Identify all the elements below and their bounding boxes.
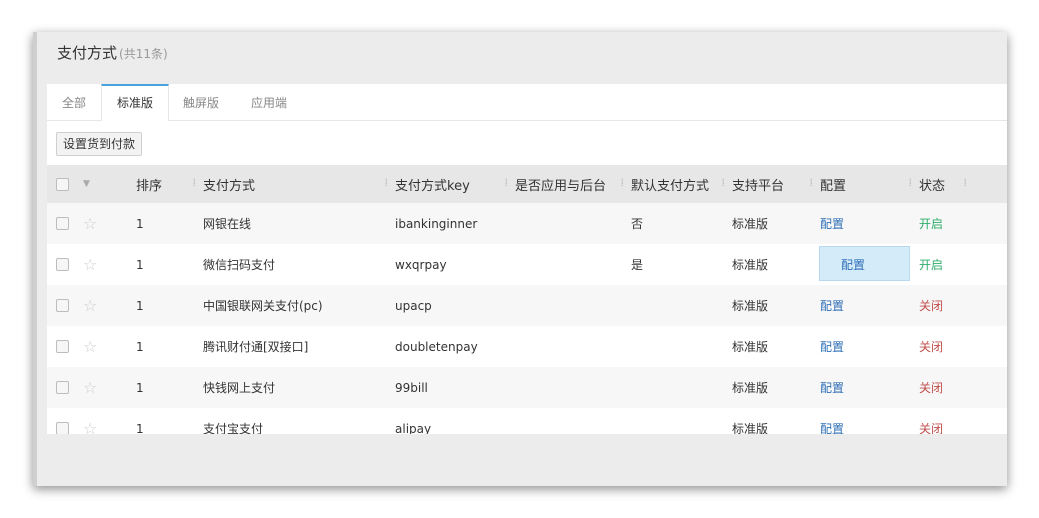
col-sort[interactable]: 排序 ⁞ [135, 165, 202, 203]
payment-table: ▼ 排序 ⁞ 支付方式 ⁞ 支付方式key ⁞ 是否应用与后台 ⁞ 默认支付方式 ⁞ 支持… [47, 165, 1007, 449]
row-default [630, 326, 731, 367]
select-all-checkbox[interactable] [56, 177, 69, 191]
col-status[interactable]: 状态 ⁞ [918, 165, 1007, 203]
status-toggle[interactable]: 关闭 [919, 381, 943, 395]
drag-handle-icon[interactable]: ⁞ [385, 176, 389, 189]
row-key: 99bill [394, 367, 514, 408]
drag-handle-icon[interactable]: ⁞ [722, 176, 726, 189]
table-header-row: ▼ 排序 ⁞ 支付方式 ⁞ 支付方式key ⁞ 是否应用与后台 ⁞ 默认支付方式 ⁞ 支持… [47, 165, 1007, 203]
col-config[interactable]: 配置 ⁞ [819, 165, 918, 203]
col-name[interactable]: 支付方式 ⁞ [202, 165, 394, 203]
config-link[interactable]: 配置 [820, 381, 844, 395]
config-link[interactable]: 配置 [820, 217, 844, 231]
drag-handle-icon[interactable]: ⁞ [193, 176, 197, 189]
row-sort: 1 [135, 285, 202, 326]
row-default [630, 285, 731, 326]
status-toggle[interactable]: 关闭 [919, 340, 943, 354]
row-default [630, 367, 731, 408]
row-checkbox[interactable] [56, 340, 69, 353]
col-platform[interactable]: 支持平台 ⁞ [731, 165, 819, 203]
config-link[interactable]: 配置 [820, 340, 844, 354]
star-outline-icon[interactable]: ☆ [83, 337, 97, 356]
star-outline-icon[interactable]: ☆ [83, 378, 97, 397]
row-checkbox[interactable] [56, 299, 69, 312]
tab-touch[interactable]: 触屏版 [169, 84, 233, 120]
row-platform: 标准版 [731, 244, 819, 285]
tab-app[interactable]: 应用端 [237, 84, 301, 120]
row-sort: 1 [135, 367, 202, 408]
row-platform: 标准版 [731, 326, 819, 367]
drag-handle-icon[interactable]: ⁞ [621, 176, 625, 189]
row-checkbox[interactable] [56, 381, 69, 394]
drag-handle-icon[interactable]: ⁞ [964, 176, 968, 189]
row-name: 微信扫码支付 [202, 244, 394, 285]
row-sort: 1 [135, 244, 202, 285]
row-backend [514, 367, 630, 408]
row-platform: 标准版 [731, 285, 819, 326]
row-name: 网银在线 [202, 203, 394, 244]
col-default[interactable]: 默认支付方式 ⁞ [630, 165, 731, 203]
row-backend [514, 326, 630, 367]
col-key[interactable]: 支付方式key ⁞ [394, 165, 514, 203]
drag-handle-icon[interactable]: ⁞ [505, 176, 509, 189]
config-link[interactable]: 配置 [820, 299, 844, 313]
row-backend [514, 203, 630, 244]
row-name: 快钱网上支付 [202, 367, 394, 408]
payment-methods-panel: 支付方式 (共11条) 全部 标准版 触屏版 应用端 设置货到付款 ▼ 排序 ⁞ … [33, 32, 1007, 486]
row-name: 腾讯财付通[双接口] [202, 326, 394, 367]
row-default: 否 [630, 203, 731, 244]
table-row[interactable]: ☆ 1 腾讯财付通[双接口] doubletenpay 标准版 配置 关闭 [47, 326, 1007, 367]
set-cod-button[interactable]: 设置货到付款 [56, 132, 143, 156]
drag-handle-icon[interactable]: ⁞ [810, 176, 814, 189]
row-backend [514, 244, 630, 285]
page-title: 支付方式 [57, 44, 118, 62]
row-platform: 标准版 [731, 367, 819, 408]
row-sort: 1 [135, 203, 202, 244]
table-row[interactable]: ☆ 1 快钱网上支付 99bill 标准版 配置 关闭 [47, 367, 1007, 408]
table-row[interactable]: ☆ 1 微信扫码支付 wxqrpay 是 标准版 配置 开启 [47, 244, 1007, 285]
select-all-cell: ▼ [47, 165, 135, 203]
row-sort: 1 [135, 326, 202, 367]
table-footer [47, 434, 1007, 474]
drag-handle-icon[interactable]: ⁞ [909, 176, 913, 189]
row-name: 中国银联网关支付(pc) [202, 285, 394, 326]
row-checkbox[interactable] [56, 258, 69, 271]
toolbar: 设置货到付款 [47, 121, 1007, 165]
row-platform: 标准版 [731, 203, 819, 244]
config-link[interactable]: 配置 [841, 258, 865, 272]
row-default: 是 [630, 244, 731, 285]
panel-edge [33, 32, 37, 486]
tab-all[interactable]: 全部 [47, 84, 101, 120]
col-backend[interactable]: 是否应用与后台 ⁞ [514, 165, 630, 203]
row-key: upacp [394, 285, 514, 326]
row-checkbox[interactable] [56, 217, 69, 230]
row-backend [514, 285, 630, 326]
page-header: 支付方式 (共11条) [57, 42, 168, 63]
tab-bar: 全部 标准版 触屏版 应用端 [47, 84, 1007, 122]
star-outline-icon[interactable]: ☆ [83, 255, 97, 274]
status-toggle[interactable]: 开启 [919, 217, 943, 231]
status-toggle[interactable]: 开启 [919, 258, 943, 272]
table-row[interactable]: ☆ 1 网银在线 ibankinginner 否 标准版 配置 开启 [47, 203, 1007, 244]
star-outline-icon[interactable]: ☆ [83, 296, 97, 315]
row-key: ibankinginner [394, 203, 514, 244]
table-row[interactable]: ☆ 1 中国银联网关支付(pc) upacp 标准版 配置 关闭 [47, 285, 1007, 326]
star-outline-icon[interactable]: ☆ [83, 214, 97, 233]
row-key: doubletenpay [394, 326, 514, 367]
status-toggle[interactable]: 关闭 [919, 299, 943, 313]
tab-standard[interactable]: 标准版 [101, 84, 169, 122]
config-cell-hover[interactable]: 配置 [819, 244, 918, 285]
caret-down-icon[interactable]: ▼ [83, 179, 90, 189]
row-key: wxqrpay [394, 244, 514, 285]
record-count: (共11条) [119, 47, 168, 61]
